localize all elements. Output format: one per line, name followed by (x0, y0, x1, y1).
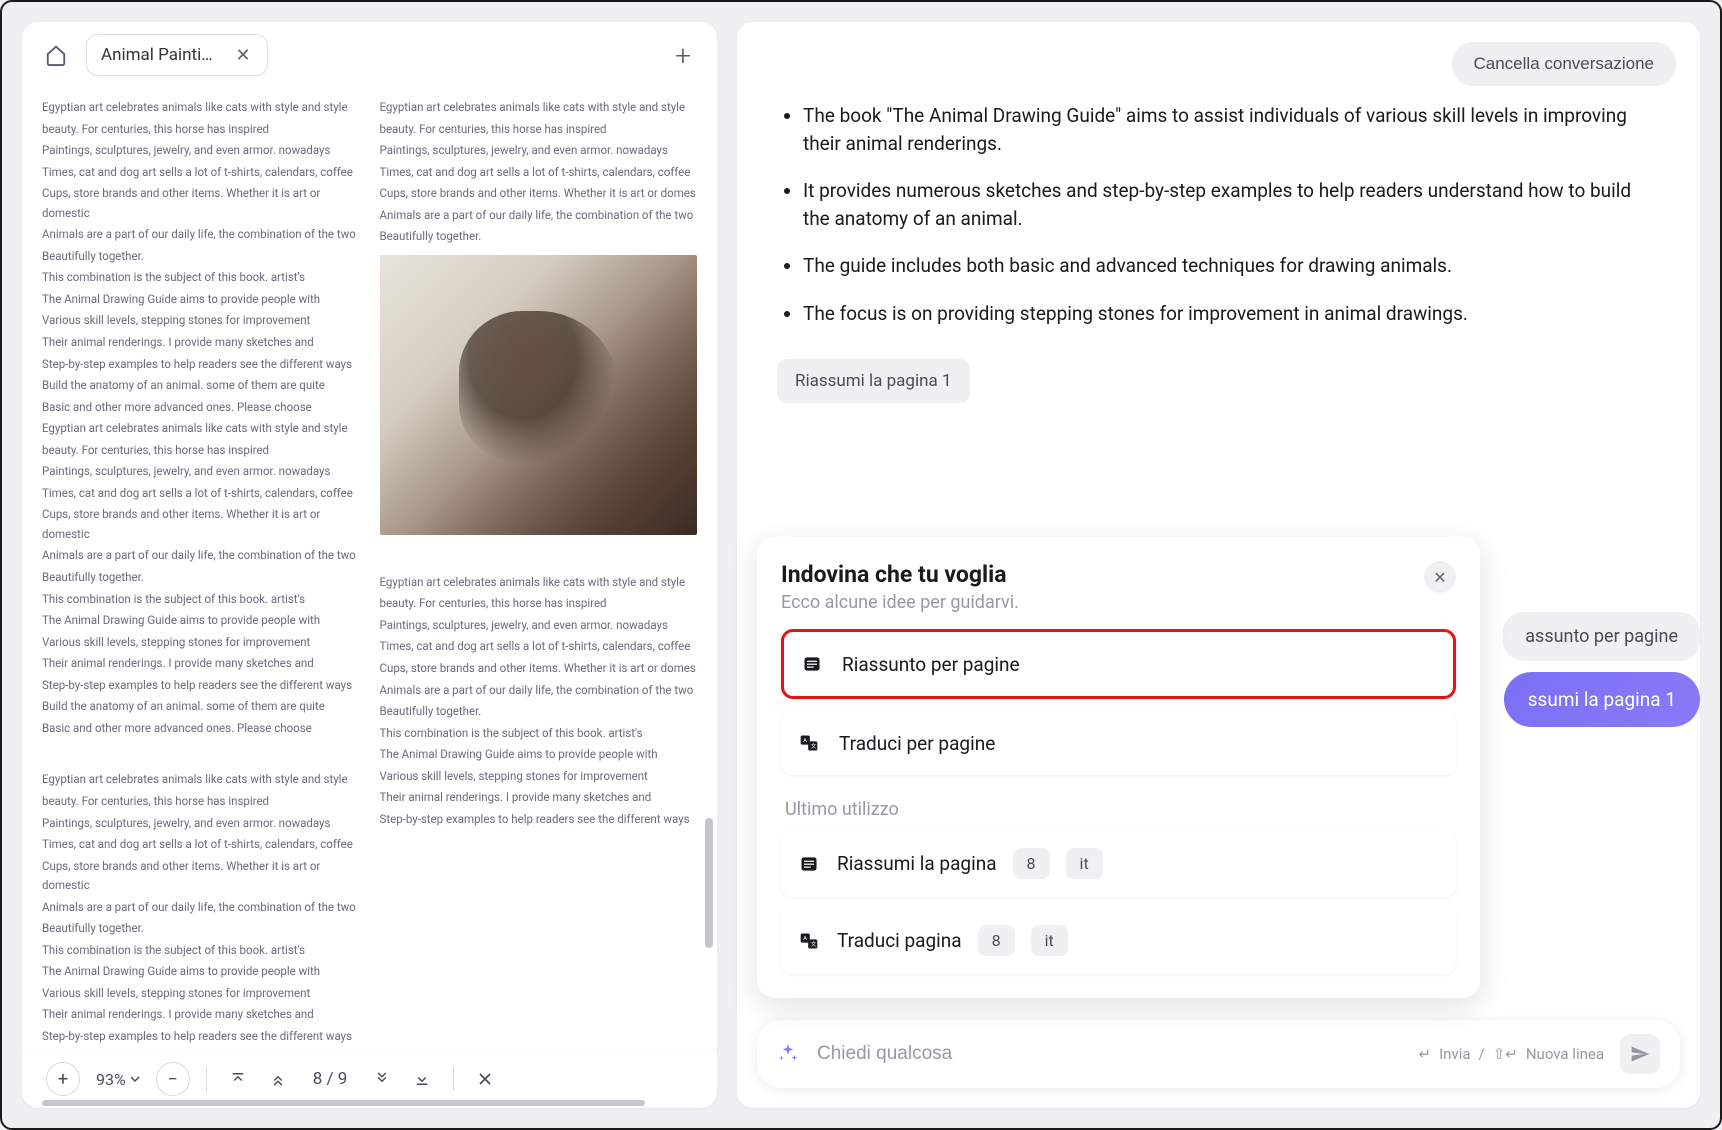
chat-input[interactable] (817, 1043, 1402, 1065)
document-column-right: Egyptian art celebrates animals like cat… (380, 88, 698, 1049)
list-icon (800, 652, 824, 676)
chat-panel: Cancella conversazione The book "The Ani… (737, 22, 1700, 1108)
list-icon (797, 852, 821, 876)
zoom-level[interactable]: 93% (90, 1070, 146, 1089)
svg-text:A: A (803, 936, 807, 942)
first-page-button[interactable] (223, 1064, 253, 1094)
svg-text:文: 文 (811, 940, 817, 948)
background-suggestion-pill[interactable]: assunto per pagine (1503, 612, 1700, 661)
document-tab[interactable]: Animal Paintin... ✕ (86, 34, 268, 76)
zoom-in-button[interactable]: + (46, 1062, 80, 1096)
badge-page: 8 (978, 925, 1015, 956)
recent-label: Riassumi la pagina (837, 852, 997, 875)
recent-translate-page[interactable]: A文 Traduci pagina 8 it (781, 907, 1456, 974)
prev-page-button[interactable] (263, 1064, 293, 1094)
document-column-left: Egyptian art celebrates animals like cat… (42, 88, 360, 1049)
suggestions-popup: Indovina che tu voglia Ecco alcune idee … (757, 537, 1480, 998)
popup-close-button[interactable]: ✕ (1424, 561, 1456, 593)
badge-lang: it (1066, 848, 1103, 879)
zoom-out-button[interactable]: − (156, 1062, 190, 1096)
close-viewer-button[interactable] (470, 1064, 500, 1094)
suggestion-label: Riassunto per pagine (842, 653, 1020, 676)
suggestion-summary-by-pages[interactable]: Riassunto per pagine (781, 629, 1456, 699)
horse-illustration (380, 255, 698, 535)
page-indicator: 8 / 9 (303, 1069, 358, 1089)
svg-text:A: A (803, 738, 807, 744)
badge-page: 8 (1013, 848, 1050, 879)
next-page-button[interactable] (367, 1064, 397, 1094)
translate-icon: A文 (797, 929, 821, 953)
popup-subtitle: Ecco alcune idee per guidarvi. (781, 592, 1019, 613)
summary-item: The book "The Animal Drawing Guide" aims… (803, 102, 1660, 157)
shift-enter-icon: ⇧↵ (1493, 1045, 1518, 1063)
suggestion-translate-by-pages[interactable]: A文 Traduci per pagine (781, 711, 1456, 775)
recent-summarize-page[interactable]: Riassumi la pagina 8 it (781, 830, 1456, 897)
document-toolbar: + 93% − 8 / 9 (22, 1049, 717, 1108)
source-chip[interactable]: Riassumi la pagina 1 (777, 359, 970, 403)
recent-label: Traduci pagina (837, 929, 962, 952)
document-header: Animal Paintin... ✕ + (22, 22, 717, 88)
chat-input-bar: ↵ Invia / ⇧↵ Nuova linea (757, 1020, 1680, 1088)
summary-item: The guide includes both basic and advanc… (803, 252, 1660, 280)
input-hints: ↵ Invia / ⇧↵ Nuova linea (1418, 1045, 1604, 1063)
document-viewer[interactable]: Egyptian art celebrates animals like cat… (22, 88, 717, 1049)
new-tab-button[interactable]: + (665, 37, 701, 73)
badge-lang: it (1031, 925, 1068, 956)
background-action-pill[interactable]: ssumi la pagina 1 (1504, 672, 1700, 727)
send-button[interactable] (1620, 1034, 1660, 1074)
popup-title: Indovina che tu voglia (781, 561, 1019, 588)
translate-icon: A文 (797, 731, 821, 755)
summary-item: The focus is on providing stepping stone… (803, 300, 1660, 328)
divider (206, 1067, 207, 1091)
chat-header: Cancella conversazione (737, 22, 1700, 102)
suggestion-label: Traduci per pagine (839, 732, 995, 755)
recent-section-label: Ultimo utilizzo (781, 799, 1456, 820)
close-icon[interactable]: ✕ (233, 45, 253, 65)
vertical-scrollbar[interactable] (705, 818, 713, 948)
last-page-button[interactable] (407, 1064, 437, 1094)
summary-item: It provides numerous sketches and step-b… (803, 177, 1660, 232)
home-button[interactable] (38, 37, 74, 73)
divider (453, 1067, 454, 1091)
tab-title: Animal Paintin... (101, 45, 221, 65)
sparkle-icon (777, 1042, 801, 1066)
summary-list: The book "The Animal Drawing Guide" aims… (777, 102, 1660, 327)
svg-text:文: 文 (811, 742, 817, 750)
document-panel: Animal Paintin... ✕ + Egyptian art celeb… (22, 22, 717, 1108)
cancel-conversation-button[interactable]: Cancella conversazione (1452, 42, 1677, 86)
enter-icon: ↵ (1418, 1045, 1431, 1063)
horizontal-scrollbar[interactable] (42, 1100, 697, 1106)
